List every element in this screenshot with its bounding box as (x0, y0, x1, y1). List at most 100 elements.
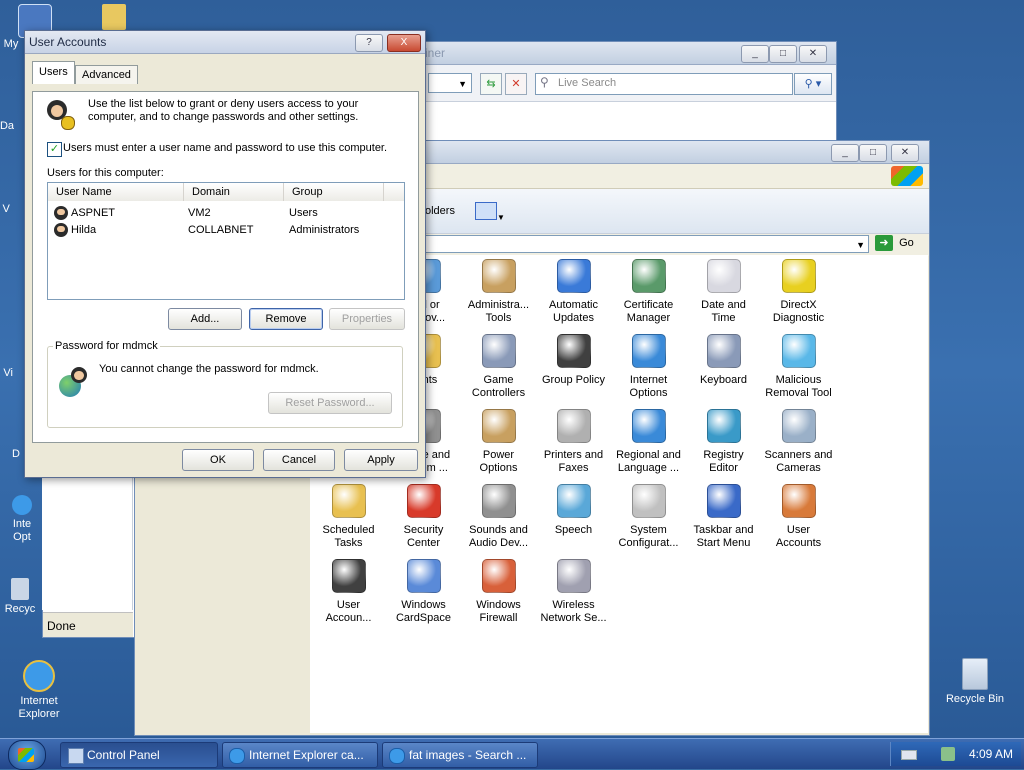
cp-address-field[interactable]: ▼ (425, 235, 869, 253)
refresh-button[interactable]: ⇆ (480, 73, 502, 95)
network-tray-icon[interactable] (941, 747, 955, 761)
require-password-checkbox[interactable]: ✓ (47, 142, 62, 157)
users-list[interactable]: User Name Domain Group ASPNET VM2 Users … (47, 182, 405, 300)
cp-item-regional-and-language[interactable]: Regional and Language ... (611, 405, 686, 475)
ie-minimize-button[interactable]: _ (741, 45, 769, 63)
cp-item-security-center[interactable]: Security Center (386, 480, 461, 550)
user-globe-icon (59, 367, 89, 397)
power-options-icon (481, 409, 516, 443)
clock[interactable]: 4:09 AM (969, 747, 1013, 761)
cp-item-registry-editor[interactable]: Registry Editor (686, 405, 761, 475)
tab-users[interactable]: Users (32, 61, 75, 84)
cp-item-label: Wireless Network Se... (540, 599, 607, 624)
cp-item-power-options[interactable]: Power Options (461, 405, 536, 475)
internet-explorer-label: Internet Explorer (18, 695, 60, 720)
cp-item-printers-and-faxes[interactable]: Printers and Faxes (536, 405, 611, 475)
cp-item-automatic-updates[interactable]: Automatic Updates (536, 255, 611, 325)
reset-password-button[interactable]: Reset Password... (268, 392, 392, 414)
go-arrow-icon: ➜ (875, 235, 893, 251)
require-password-label: Users must enter a user name and passwor… (63, 142, 388, 154)
taskbar-label: Control Panel (87, 748, 160, 762)
cp-item-label: Group Policy (542, 374, 605, 386)
cp-item-game-controllers[interactable]: Game Controllers (461, 330, 536, 400)
cp-close-button[interactable]: ✕ (891, 144, 919, 162)
ie-maximize-button[interactable]: □ (769, 45, 797, 63)
tab-advanced[interactable]: Advanced (75, 65, 138, 84)
ie-address-dropdown[interactable]: ▼ (428, 73, 472, 93)
game-controllers-icon (481, 334, 516, 368)
group-cell: Users (289, 207, 318, 219)
cp-maximize-button[interactable]: □ (859, 144, 887, 162)
views-button[interactable]: ▼ (475, 202, 509, 222)
keyboard-icon[interactable] (901, 750, 917, 760)
cp-item-internet-options[interactable]: Internet Options (611, 330, 686, 400)
cp-item-user-accounts[interactable]: User Accounts (761, 480, 836, 550)
table-row[interactable]: Hilda COLLABNET Administrators (48, 222, 404, 238)
network-label: M V (0, 203, 10, 215)
column-group[interactable]: Group (284, 183, 384, 201)
table-row[interactable]: ASPNET VM2 Users (48, 205, 404, 221)
cp-item-scanners-and-cameras[interactable]: Scanners and Cameras (761, 405, 836, 475)
cp-item-group-policy[interactable]: Group Policy (536, 330, 611, 387)
cp-item-user-accoun[interactable]: User Accoun... (311, 555, 386, 625)
column-domain[interactable]: Domain (184, 183, 284, 201)
taskbar-internet-explorer[interactable]: Internet Explorer ca... (222, 742, 378, 768)
date-and-time-icon (706, 259, 741, 293)
cp-item-label: Speech (554, 524, 593, 536)
cp-item-label: User Accoun... (325, 599, 372, 624)
start-button[interactable] (8, 740, 46, 770)
system-tray: 4:09 AM (890, 742, 1021, 766)
control-panel-icon (68, 748, 84, 764)
cp-item-wireless-network-se[interactable]: Wireless Network Se... (536, 555, 611, 625)
cp-item-system-configurat[interactable]: System Configurat... (611, 480, 686, 550)
cp-item-date-and-time[interactable]: Date and Time (686, 255, 761, 325)
recycle-bin-icon[interactable]: Recycle Bin (940, 658, 1010, 705)
column-user-name[interactable]: User Name (48, 183, 184, 201)
apply-button[interactable]: Apply (344, 449, 418, 471)
cp-item-directx-diagnostic[interactable]: DirectX Diagnostic (761, 255, 836, 325)
help-button[interactable]: ? (355, 34, 383, 52)
cp-item-label: Administra... Tools (467, 299, 530, 324)
certificate-manager-icon (631, 259, 666, 293)
cp-item-scheduled-tasks[interactable]: Scheduled Tasks (311, 480, 386, 550)
stop-button[interactable]: ✕ (505, 73, 527, 95)
windows-logo-icon (891, 166, 923, 186)
cp-item-label: User Accounts (775, 524, 822, 549)
cp-item-keyboard[interactable]: Keyboard (686, 330, 761, 387)
remove-button[interactable]: Remove (249, 308, 323, 330)
taskbar-search[interactable]: fat images - Search ... (382, 742, 538, 768)
taskbar-and-start-menu-icon (706, 484, 741, 518)
folders-button[interactable]: olders (425, 205, 455, 217)
ie-left-pane (42, 470, 133, 610)
cp-item-speech[interactable]: Speech (536, 480, 611, 537)
add-button[interactable]: Add... (168, 308, 242, 330)
intro-text: Use the list below to grant or deny user… (88, 98, 359, 123)
system-configurat-icon (631, 484, 666, 518)
views-icon (475, 202, 497, 220)
user-icon (54, 223, 68, 238)
go-button[interactable]: ➜ Go (875, 235, 921, 253)
cp-item-certificate-manager[interactable]: Certificate Manager (611, 255, 686, 325)
cancel-button[interactable]: Cancel (263, 449, 335, 471)
cp-item-label: Internet Options (629, 374, 668, 399)
cp-minimize-button[interactable]: _ (831, 144, 859, 162)
properties-button[interactable]: Properties (329, 308, 405, 330)
cp-item-windows-firewall[interactable]: Windows Firewall (461, 555, 536, 625)
close-button[interactable]: X (387, 34, 421, 52)
cp-item-label: System Configurat... (618, 524, 679, 549)
cp-item-label: DirectX Diagnostic (772, 299, 825, 324)
cp-item-windows-cardspace[interactable]: Windows CardSpace (386, 555, 461, 625)
sounds-and-audio-dev-icon (481, 484, 516, 518)
taskbar-control-panel[interactable]: Control Panel (60, 742, 218, 768)
search-box[interactable]: ⚲ Live Search (535, 73, 793, 95)
users-icon (45, 100, 75, 130)
search-go-button[interactable]: ⚲ ▾ (794, 73, 832, 95)
ie-close-button[interactable]: ✕ (799, 45, 827, 63)
cp-item-taskbar-and-start-menu[interactable]: Taskbar and Start Menu (686, 480, 761, 550)
cp-item-malicious-removal-tool[interactable]: Malicious Removal Tool (761, 330, 836, 400)
folder-icon[interactable] (102, 4, 126, 30)
cp-item-sounds-and-audio-dev[interactable]: Sounds and Audio Dev... (461, 480, 536, 550)
ok-button[interactable]: OK (182, 449, 254, 471)
cp-item-administra-tools[interactable]: Administra... Tools (461, 255, 536, 325)
internet-explorer-icon[interactable]: Internet Explorer (4, 660, 74, 721)
